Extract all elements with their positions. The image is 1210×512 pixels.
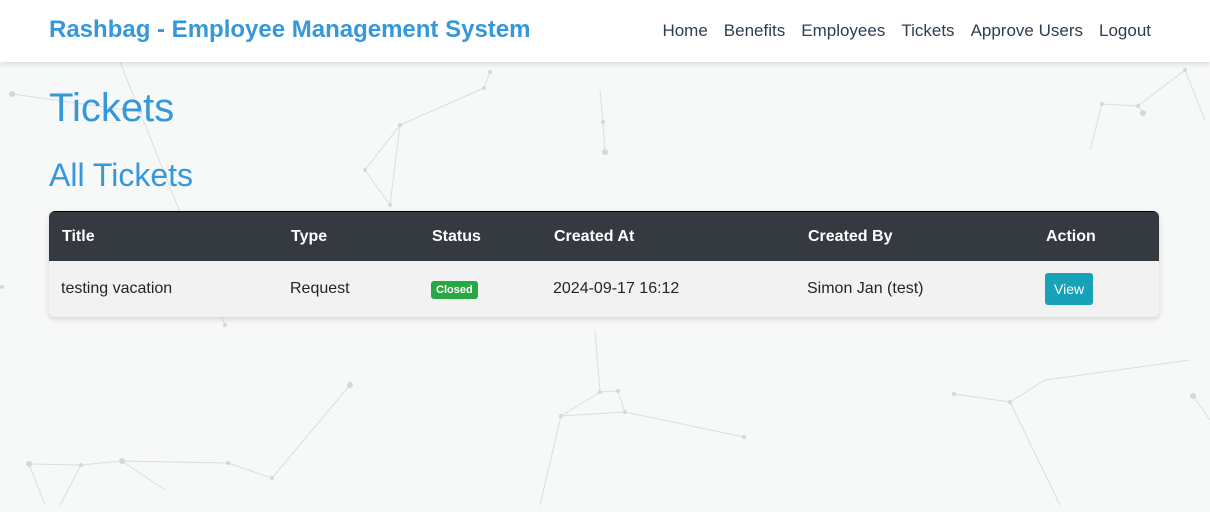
column-header-created-by: Created By bbox=[808, 227, 893, 245]
view-button[interactable]: View bbox=[1045, 273, 1094, 305]
navbar: Rashbag - Employee Management System Hom… bbox=[0, 0, 1210, 62]
ticket-created-at: 2024-09-17 16:12 bbox=[541, 261, 795, 317]
ticket-status-cell: Closed bbox=[419, 261, 541, 317]
column-header-action: Action bbox=[1046, 227, 1096, 245]
tickets-table: Title Type Status Created At Created By … bbox=[49, 211, 1159, 317]
table-header-row: Title Type Status Created At Created By … bbox=[49, 211, 1159, 261]
status-badge: Closed bbox=[431, 280, 478, 299]
nav-approve-users[interactable]: Approve Users bbox=[971, 21, 1083, 41]
nav-links: Home Benefits Employees Tickets Approve … bbox=[662, 21, 1151, 41]
ticket-type: Request bbox=[278, 261, 419, 317]
section-title: All Tickets bbox=[49, 157, 194, 193]
column-header-created-at: Created At bbox=[554, 227, 635, 245]
table-row: testing vacation Request Closed 2024-09-… bbox=[49, 261, 1159, 317]
page-title: Tickets bbox=[49, 86, 175, 130]
ticket-action-cell: View bbox=[1033, 261, 1159, 317]
brand-link[interactable]: Rashbag - Employee Management System bbox=[49, 16, 530, 44]
ticket-title: testing vacation bbox=[49, 261, 278, 317]
nav-benefits[interactable]: Benefits bbox=[724, 21, 785, 41]
nav-tickets[interactable]: Tickets bbox=[901, 21, 954, 41]
column-header-type: Type bbox=[291, 227, 328, 245]
column-header-title: Title bbox=[62, 227, 95, 245]
tickets-table-container: Title Type Status Created At Created By … bbox=[49, 211, 1159, 317]
nav-logout[interactable]: Logout bbox=[1099, 21, 1151, 41]
nav-home[interactable]: Home bbox=[662, 21, 707, 41]
ticket-created-by: Simon Jan (test) bbox=[795, 261, 1033, 317]
nav-employees[interactable]: Employees bbox=[801, 21, 885, 41]
column-header-status: Status bbox=[432, 227, 481, 245]
